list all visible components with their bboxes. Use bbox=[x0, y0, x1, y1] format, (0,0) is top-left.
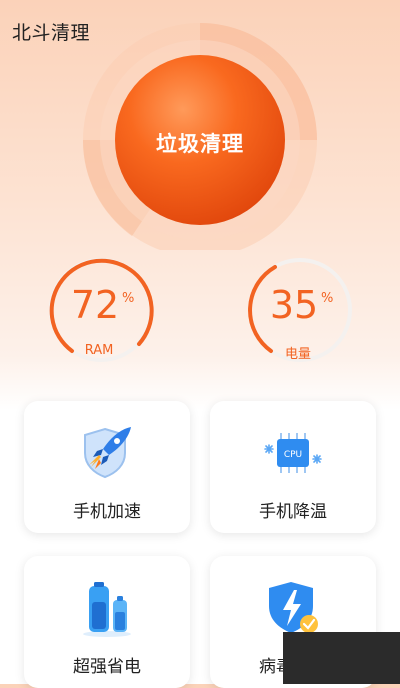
phone-boost-card[interactable]: 手机加速 bbox=[24, 401, 190, 533]
power-saving-label: 超强省电 bbox=[73, 657, 141, 677]
battery-label: 电量 bbox=[284, 347, 311, 362]
ram-unit: % bbox=[122, 291, 135, 306]
ram-gauge[interactable]: 72 % RAM bbox=[46, 255, 156, 365]
junk-clean-hero: 垃圾清理 bbox=[0, 0, 400, 250]
phone-cooling-label: 手机降温 bbox=[259, 502, 327, 522]
battery-gauge[interactable]: 35 % 电量 bbox=[245, 255, 355, 365]
cpu-chip-text: CPU bbox=[284, 450, 302, 460]
hero-graphic bbox=[82, 23, 317, 250]
junk-clean-label: 垃圾清理 bbox=[156, 132, 244, 156]
shield-lightning-icon bbox=[269, 582, 318, 633]
cpu-cooling-icon: CPU bbox=[264, 433, 322, 473]
ram-label: RAM bbox=[84, 343, 114, 358]
rocket-shield-icon bbox=[84, 427, 131, 479]
power-saving-card[interactable]: 超强省电 bbox=[24, 556, 190, 688]
battery-unit: % bbox=[321, 291, 334, 306]
battery-icon bbox=[83, 582, 131, 637]
phone-cooling-card[interactable]: CPU 手机降温 bbox=[210, 401, 376, 533]
dark-overlay bbox=[283, 632, 400, 684]
phone-boost-label: 手机加速 bbox=[73, 502, 141, 522]
